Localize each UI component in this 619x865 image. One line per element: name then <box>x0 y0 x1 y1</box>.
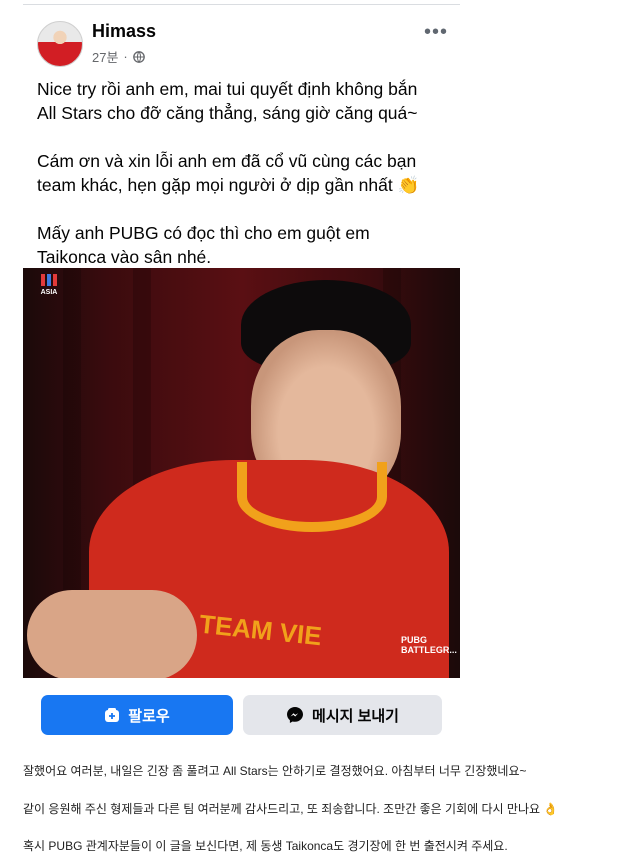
avatar[interactable] <box>37 21 83 67</box>
translation-line-1: 잘했어요 여러분, 내일은 긴장 좀 풀려고 All Stars는 안하기로 결… <box>23 764 527 778</box>
facebook-post: Himass 27분 · ••• Nice try rồi anh em, ma… <box>23 5 460 293</box>
post-header: Himass 27분 · ••• <box>23 5 460 75</box>
follow-button[interactable]: 팔로우 <box>41 695 233 735</box>
photo-arm <box>27 590 197 678</box>
translation-line-3: 혹시 PUBG 관계자분들이 이 글을 보신다면, 제 동생 Taikonca도… <box>23 839 508 853</box>
event-logo: ASIA <box>35 274 63 308</box>
follow-icon <box>105 708 120 722</box>
globe-icon <box>132 50 145 63</box>
message-button[interactable]: 메시지 보내기 <box>243 695 442 735</box>
post-paragraph-1: Nice try rồi anh em, mai tui quyết định … <box>37 79 418 123</box>
translation-line-2: 같이 응원해 주신 형제들과 다른 팀 여러분께 감사드리고, 또 죄송합니다.… <box>23 802 559 816</box>
post-body: Nice try rồi anh em, mai tui quyết định … <box>23 75 460 269</box>
more-options-icon[interactable]: ••• <box>424 21 448 44</box>
post-paragraph-2: Cám ơn và xin lỗi anh em đã cổ vũ cùng c… <box>37 151 420 195</box>
messenger-icon <box>287 707 304 723</box>
author-name[interactable]: Himass <box>92 21 156 42</box>
message-button-label: 메시지 보내기 <box>312 707 399 725</box>
follow-button-label: 팔로우 <box>128 707 170 725</box>
jersey-badge: PUBG BATTLEGR... <box>401 635 457 655</box>
post-meta: 27분 · <box>92 47 145 66</box>
post-photo[interactable]: ASIA TEAM VIE PUBG BATTLEGR... <box>23 268 460 678</box>
photo-collar <box>237 462 387 532</box>
post-paragraph-3: Mấy anh PUBG có đọc thì cho em guột em T… <box>37 223 370 267</box>
event-logo-text: ASIA <box>40 289 58 296</box>
meta-separator: · <box>123 49 128 64</box>
post-time[interactable]: 27분 <box>92 47 118 66</box>
